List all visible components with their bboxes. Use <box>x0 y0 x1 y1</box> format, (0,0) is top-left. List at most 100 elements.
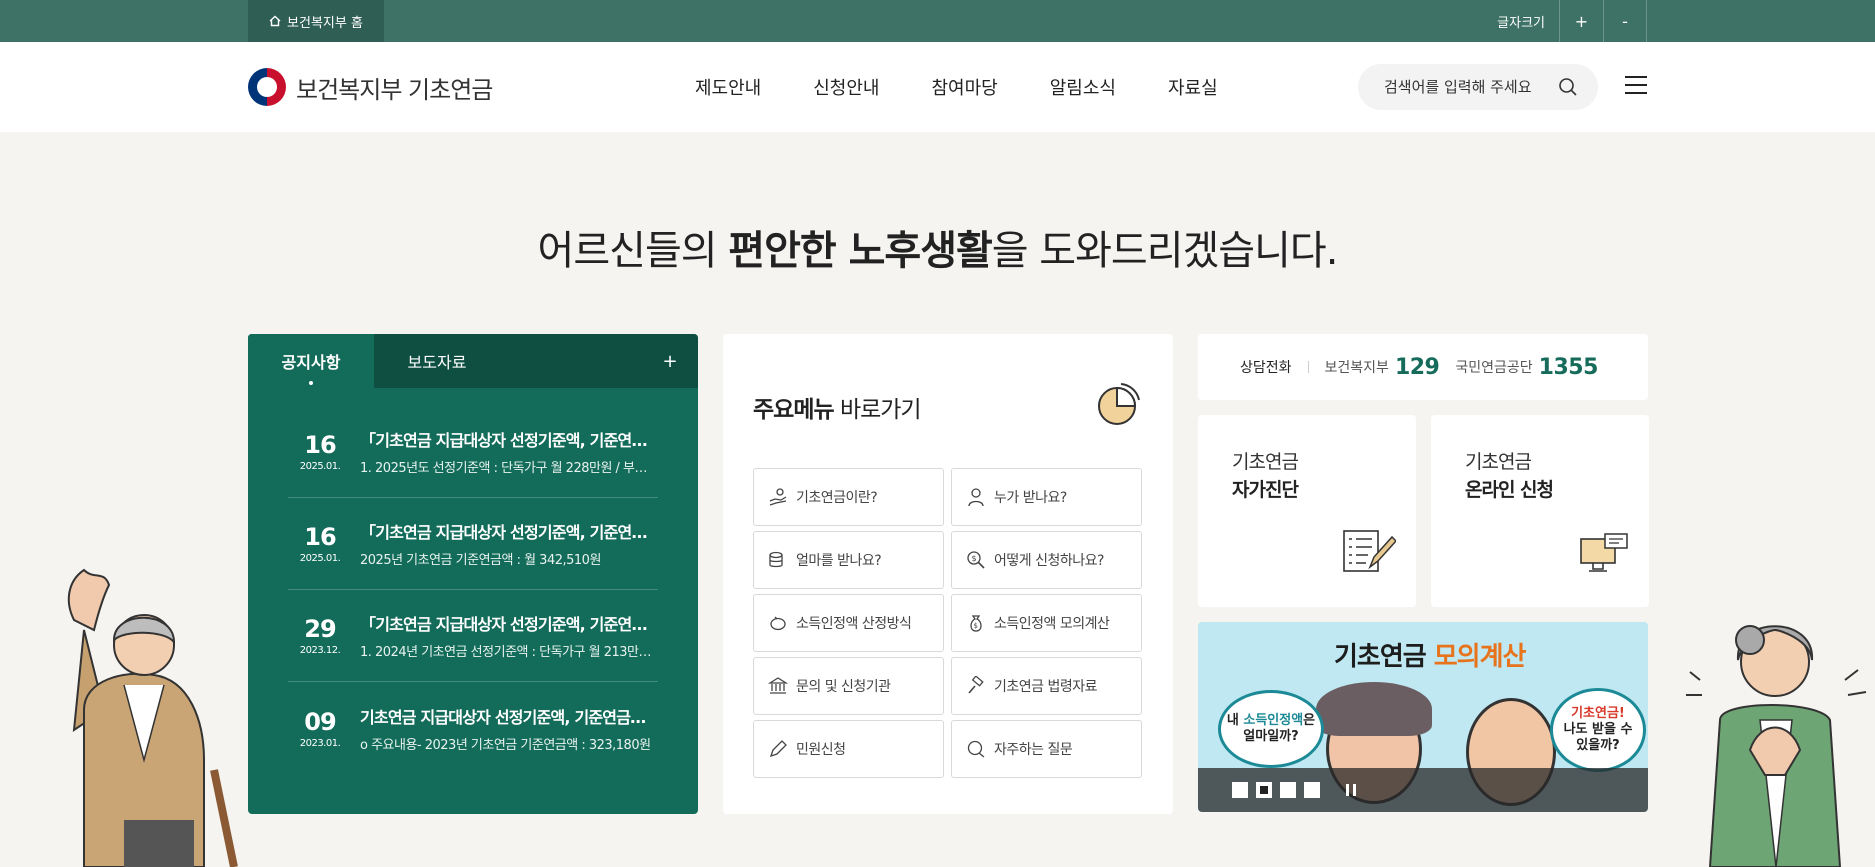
notice-title: 「기초연금 지급대상자 선정기준액, 기준연금액 고시」 <box>360 523 658 542</box>
card-line1: 기초연금 <box>1232 451 1299 473</box>
notice-date: 16 2025.01. <box>288 431 352 472</box>
nav-item-library[interactable]: 자료실 <box>1168 74 1218 100</box>
banner-title-a: 기초연금 <box>1334 642 1434 672</box>
banner-bubble-right: 기초연금! 나도 받을 수 있을까? <box>1550 688 1646 772</box>
banner-title-b: 모의계산 <box>1433 642 1527 672</box>
notice-title: 「기초연금 지급대상자 선정기준액, 기준연금액 고시」 <box>360 615 658 634</box>
quick-item-faq[interactable]: 자주하는 질문 <box>951 720 1142 778</box>
svg-text:$: $ <box>972 554 977 563</box>
bubble-left-highlight: 소득인정액 <box>1243 713 1304 728</box>
notice-item[interactable]: 29 2023.12. 「기초연금 지급대상자 선정기준액, 기준연금액 고시」 1… <box>288 590 658 682</box>
divider <box>1307 361 1309 373</box>
quick-item-label: 기초연금이란? <box>796 490 878 506</box>
banner-slider-controls <box>1198 768 1648 812</box>
nav-item-application-guide[interactable]: 신청안내 <box>813 74 879 100</box>
quick-menu-panel: 주요메뉴 바로가기 기초연금이란? 누가 받나요? 얼마를 받나요? $ 어떻게 … <box>723 334 1173 814</box>
notice-title: 「기초연금 지급대상자 선정기준액, 기준연금액 및 최저연금액 고시」 <box>360 431 658 450</box>
quick-item-label: 소득인정액 모의계산 <box>994 616 1110 632</box>
site-logo[interactable]: 보건복지부 기초연금 <box>248 68 493 106</box>
quick-item-label: 누가 받나요? <box>994 490 1067 506</box>
quick-item-income-simulation[interactable]: $ 소득인정액 모의계산 <box>951 594 1142 652</box>
search-icon[interactable] <box>1558 77 1578 97</box>
notice-day: 29 <box>304 615 336 643</box>
nav-item-news[interactable]: 알림소식 <box>1050 74 1116 100</box>
main-navigation: 제도안내 신청안내 참여마당 알림소식 자료실 <box>695 42 1218 132</box>
gavel-icon <box>968 676 984 694</box>
nav-item-participation[interactable]: 참여마당 <box>932 74 998 100</box>
quick-item-how-to-apply[interactable]: $ 어떻게 신청하나요? <box>951 531 1142 589</box>
banner-bubble-left: 내 소득인정액은 얼마일까? <box>1218 690 1324 768</box>
nav-item-system-guide[interactable]: 제도안내 <box>695 74 761 100</box>
quick-item-civil-complaint[interactable]: 민원신청 <box>753 720 944 778</box>
notice-date: 09 2023.01. <box>288 708 352 749</box>
quick-item-label: 얼마를 받나요? <box>796 553 882 569</box>
notice-summary: 2025년 기초연금 기준연금액 : 월 342,510원 <box>360 553 601 568</box>
bubble-right-text1: 기초연금! <box>1571 706 1625 721</box>
tab-press-releases[interactable]: 보도자료 <box>374 334 500 388</box>
slide-dot-1[interactable] <box>1232 782 1248 798</box>
notice-year-month: 2025.01. <box>299 553 341 564</box>
hamburger-menu-icon[interactable] <box>1625 76 1647 94</box>
quick-item-who-receives[interactable]: 누가 받나요? <box>951 468 1142 526</box>
phone-org-mohw: 보건복지부 <box>1324 360 1389 376</box>
font-size-increase-button[interactable]: + <box>1559 0 1603 42</box>
slide-dot-3[interactable] <box>1280 782 1296 798</box>
quick-menu-grid: 기초연금이란? 누가 받나요? 얼마를 받나요? $ 어떻게 신청하나요? 소득인… <box>753 468 1142 778</box>
search-input[interactable] <box>1384 78 1544 96</box>
quick-item-what-is-pension[interactable]: 기초연금이란? <box>753 468 944 526</box>
quick-item-how-much[interactable]: 얼마를 받나요? <box>753 531 944 589</box>
mohw-home-label: 보건복지부 홈 <box>287 15 363 31</box>
notice-item[interactable]: 16 2025.01. 「기초연금 지급대상자 선정기준액, 기준연금액 고시」 2… <box>288 498 658 590</box>
money-bag-icon: $ <box>970 615 982 632</box>
notice-date: 16 2025.01. <box>288 523 352 564</box>
phone-number-nps[interactable]: 1355 <box>1539 355 1599 380</box>
notice-day: 16 <box>304 523 336 551</box>
bubble-left-text1: 내 <box>1226 713 1244 728</box>
online-application-card[interactable]: 기초연금 온라인 신청 <box>1431 415 1649 607</box>
notice-year-month: 2023.01. <box>299 737 341 749</box>
bubble-right-text3: 있을까? <box>1576 738 1620 753</box>
quick-item-label: 기초연금 법령자료 <box>994 679 1098 695</box>
tab-notices[interactable]: 공지사항 <box>248 334 374 388</box>
coins-hand-icon <box>769 488 787 506</box>
font-size-controls: 글자크기 + - <box>1483 0 1647 42</box>
elderly-woman-illustration <box>1686 625 1867 867</box>
notice-list: 16 2025.01. 「기초연금 지급대상자 선정기준액, 기준연금액 및 최저… <box>248 388 698 774</box>
slide-dot-4[interactable] <box>1304 782 1320 798</box>
notice-summary: o 주요내용- 2023년 기초연금 기준연금액 : 323,180원 <box>360 737 651 753</box>
search-coin-icon: $ <box>967 551 985 569</box>
notice-text: 기초연금 지급대상자 선정기준액, 기준연금액 고시 o 주요내용- 2023년 … <box>352 704 658 753</box>
hero-headline: 어르신들의 편안한 노후생활을 도와드리겠습니다. <box>0 218 1875 276</box>
bubble-left-text2: 은 <box>1303 713 1316 728</box>
notice-more-button[interactable]: + <box>642 334 698 388</box>
checklist-pencil-icon <box>1343 530 1396 572</box>
notice-item[interactable]: 16 2025.01. 「기초연금 지급대상자 선정기준액, 기준연금액 및 최저… <box>288 406 658 498</box>
notice-date: 29 2023.12. <box>288 615 352 656</box>
pause-icon[interactable] <box>1346 784 1356 796</box>
quick-item-label: 민원신청 <box>796 742 846 758</box>
notice-text: 「기초연금 지급대상자 선정기준액, 기준연금액 고시」 1. 2024년 기초연… <box>352 611 658 660</box>
notice-item[interactable]: 09 2023.01. 기초연금 지급대상자 선정기준액, 기준연금액 고시 o 주… <box>288 682 658 774</box>
mohw-home-link[interactable]: 보건복지부 홈 <box>248 0 384 42</box>
search-box <box>1358 64 1598 110</box>
pie-chart-icon <box>1098 383 1140 425</box>
notice-year-month: 2025.01. <box>299 461 341 472</box>
grandmother-hair <box>1316 682 1432 736</box>
notice-text: 「기초연금 지급대상자 선정기준액, 기준연금액 및 최저연금액 고시」 1. 2… <box>352 427 658 476</box>
notice-year-month: 2023.12. <box>299 645 341 656</box>
bubble-right-text2: 나도 받을 수 <box>1563 722 1633 737</box>
quick-item-legal-data[interactable]: 기초연금 법령자료 <box>951 657 1142 715</box>
notice-day: 09 <box>304 707 336 736</box>
quick-item-inquiry-agency[interactable]: 문의 및 신청기관 <box>753 657 944 715</box>
phone-number-mohw[interactable]: 129 <box>1395 355 1440 380</box>
hero-text-pre: 어르신들의 <box>537 228 729 274</box>
pen-write-icon <box>769 740 787 758</box>
self-diagnosis-card[interactable]: 기초연금 자가진단 <box>1198 415 1416 607</box>
notice-text: 「기초연금 지급대상자 선정기준액, 기준연금액 고시」 2025년 기초연금 기… <box>352 519 658 568</box>
notice-day: 16 <box>304 431 336 459</box>
font-size-decrease-button[interactable]: - <box>1603 0 1647 42</box>
pension-simulation-banner[interactable]: 기초연금 모의계산 내 소득인정액은 얼마일까? 기초연금! 나도 받을 수 있을까? <box>1198 622 1648 812</box>
font-size-label: 글자크기 <box>1497 15 1545 31</box>
slide-dot-2[interactable] <box>1256 782 1272 798</box>
quick-item-income-method[interactable]: 소득인정액 산정방식 <box>753 594 944 652</box>
